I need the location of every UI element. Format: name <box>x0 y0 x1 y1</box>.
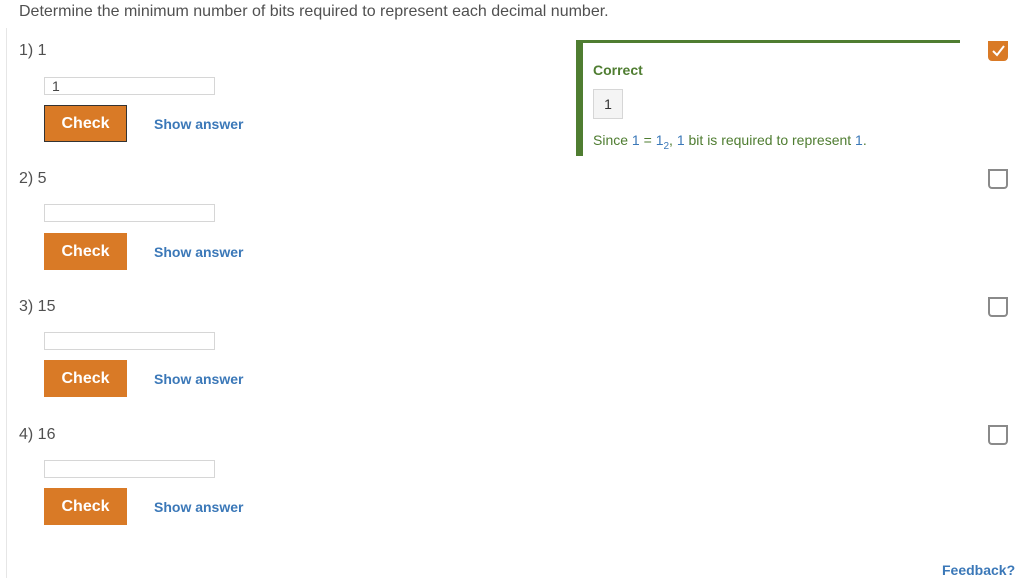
check-button[interactable]: Check <box>44 233 127 270</box>
question-label: 2) 5 <box>19 170 47 187</box>
question-label: 4) 16 <box>19 426 56 443</box>
explanation-number-2: 1 <box>855 132 863 148</box>
feedback-status: Correct <box>593 62 643 78</box>
explanation-number: 1 <box>631 132 640 148</box>
submitted-answer: 1 <box>593 89 623 119</box>
check-button[interactable]: Check <box>44 488 127 525</box>
answer-input[interactable] <box>44 204 215 222</box>
show-answer-button[interactable]: Show answer <box>154 244 243 260</box>
explanation-bit-count: 1 <box>676 132 685 148</box>
show-answer-button[interactable]: Show answer <box>154 116 243 132</box>
checkbox-icon <box>988 297 1008 317</box>
question-label: 1) 1 <box>19 42 47 59</box>
answer-feedback-panel: Correct 1 Since 1 = 12, 1 bit is require… <box>576 40 960 156</box>
checkmark-icon <box>992 45 1005 57</box>
answer-input[interactable] <box>44 460 215 478</box>
checkbox-icon <box>988 169 1008 189</box>
answer-input[interactable] <box>44 77 215 95</box>
check-button[interactable]: Check <box>44 360 127 397</box>
explanation-end: . <box>862 132 867 148</box>
show-answer-button[interactable]: Show answer <box>154 499 243 515</box>
feedback-explanation: Since 1 = 12, 1 bit is required to repre… <box>593 132 867 152</box>
feedback-link[interactable]: Feedback? <box>942 562 1015 578</box>
explanation-prefix: Since <box>593 132 632 148</box>
completion-checkbox <box>988 41 1008 61</box>
answer-input[interactable] <box>44 332 215 350</box>
checkbox-icon <box>988 425 1008 445</box>
question-label: 3) 15 <box>19 298 56 315</box>
content-left-border <box>6 28 7 578</box>
show-answer-button[interactable]: Show answer <box>154 371 243 387</box>
explanation-comma: , <box>669 132 677 148</box>
instructions-text: Determine the minimum number of bits req… <box>19 3 609 20</box>
explanation-equals: = <box>639 132 656 148</box>
explanation-middle: bit is required to represent <box>684 132 856 148</box>
check-button[interactable]: Check <box>44 105 127 142</box>
